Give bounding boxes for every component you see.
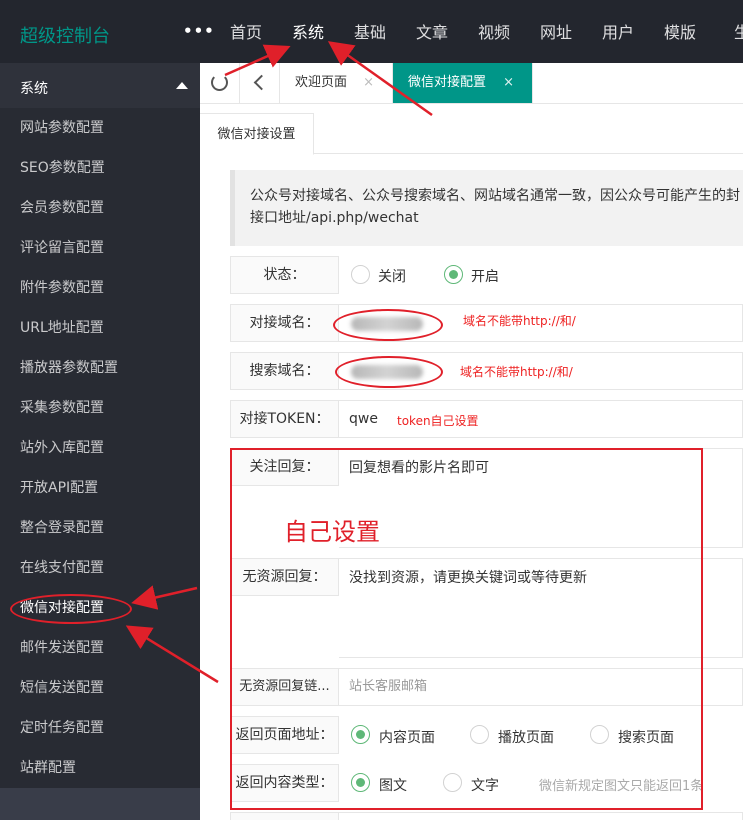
notice-line-2: 接口地址/api.php/wechat bbox=[250, 210, 419, 226]
sidebar-item-login-integration[interactable]: 整合登录配置 bbox=[0, 508, 200, 548]
sidebar-item-sms[interactable]: 短信发送配置 bbox=[0, 668, 200, 708]
caret-up-icon bbox=[176, 82, 188, 89]
sidebar-item-comment-config[interactable]: 评论留言配置 bbox=[0, 228, 200, 268]
sidebar-item-attachment-params[interactable]: 附件参数配置 bbox=[0, 268, 200, 308]
app-title: 超级控制台 bbox=[20, 26, 110, 47]
more-menu-button[interactable]: ••• bbox=[183, 22, 215, 40]
annotation-ellipse-sidebar-wechat bbox=[10, 594, 132, 624]
top-nav-article[interactable]: 文章 bbox=[401, 0, 463, 63]
tab-wechat-settings[interactable]: 微信对接设置 bbox=[200, 113, 314, 155]
notice-box: 公众号对接域名、公众号搜索域名、网站域名通常一致，因公众号可能产生的封 接口地址… bbox=[230, 170, 743, 246]
status-field: 关闭 开启 bbox=[339, 256, 743, 294]
radio-status-on-label: 开启 bbox=[471, 269, 499, 285]
radio-status-off-label: 关闭 bbox=[378, 269, 406, 285]
tab-wechat-config[interactable]: 微信对接配置 × bbox=[393, 63, 533, 103]
annotation-self-set: 自己设置 bbox=[284, 518, 380, 546]
sidebar-item-external-import[interactable]: 站外入库配置 bbox=[0, 428, 200, 468]
radio-status-off[interactable] bbox=[351, 265, 370, 284]
sidebar-item-collect-params[interactable]: 采集参数配置 bbox=[0, 388, 200, 428]
top-nav-system[interactable]: 系统 bbox=[277, 0, 339, 63]
annotation-ellipse-search-domain bbox=[335, 356, 443, 388]
top-nav-template[interactable]: 模版 bbox=[649, 0, 711, 63]
sidebar-item-online-payment[interactable]: 在线支付配置 bbox=[0, 548, 200, 588]
back-button[interactable] bbox=[240, 63, 280, 103]
status-label: 状态： bbox=[230, 256, 339, 294]
top-nav-gen[interactable]: 生 bbox=[711, 0, 743, 63]
sidebar-header-system[interactable]: 系统 bbox=[0, 63, 200, 108]
notice-line-1: 公众号对接域名、公众号搜索域名、网站域名通常一致，因公众号可能产生的封 bbox=[250, 188, 740, 204]
token-hint: token自己设置 bbox=[397, 414, 479, 428]
sidebar-item-open-api[interactable]: 开放API配置 bbox=[0, 468, 200, 508]
token-label: 对接TOKEN： bbox=[230, 400, 339, 438]
sidebar-item-member-params[interactable]: 会员参数配置 bbox=[0, 188, 200, 228]
search-domain-hint: 域名不能带http://和/ bbox=[460, 365, 573, 379]
top-bar: 超级控制台 ••• 首页 系统 基础 文章 视频 网址 用户 模版 生 bbox=[0, 0, 743, 63]
sidebar-list: 网站参数配置 SEO参数配置 会员参数配置 评论留言配置 附件参数配置 URL地… bbox=[0, 108, 200, 788]
refresh-button[interactable] bbox=[200, 63, 240, 103]
top-nav: 首页 系统 基础 文章 视频 网址 用户 模版 生 bbox=[215, 0, 743, 63]
top-nav-home[interactable]: 首页 bbox=[215, 0, 277, 63]
sidebar-item-site-group[interactable]: 站群配置 bbox=[0, 748, 200, 788]
close-icon[interactable]: × bbox=[363, 63, 374, 103]
sidebar-header-label: 系统 bbox=[20, 81, 48, 97]
search-domain-label: 搜索域名： bbox=[230, 352, 339, 390]
next-row-label bbox=[230, 812, 339, 820]
sidebar-item-mail[interactable]: 邮件发送配置 bbox=[0, 628, 200, 668]
inner-tab-bar: 微信对接设置 bbox=[200, 113, 743, 155]
top-nav-video[interactable]: 视频 bbox=[463, 0, 525, 63]
close-icon[interactable]: × bbox=[503, 63, 514, 103]
annotation-red-box bbox=[230, 448, 703, 810]
domain-label: 对接域名： bbox=[230, 304, 339, 342]
tab-bar: 欢迎页面 × 微信对接配置 × bbox=[200, 63, 743, 104]
top-nav-user[interactable]: 用户 bbox=[587, 0, 649, 63]
tab-welcome-label: 欢迎页面 bbox=[295, 75, 348, 90]
domain-hint: 域名不能带http://和/ bbox=[463, 314, 576, 328]
tab-welcome[interactable]: 欢迎页面 × bbox=[280, 63, 393, 103]
refresh-icon bbox=[211, 74, 228, 91]
top-nav-url[interactable]: 网址 bbox=[525, 0, 587, 63]
sidebar-item-seo-params[interactable]: SEO参数配置 bbox=[0, 148, 200, 188]
top-nav-basic[interactable]: 基础 bbox=[339, 0, 401, 63]
sidebar-item-player-params[interactable]: 播放器参数配置 bbox=[0, 348, 200, 388]
radio-status-on[interactable] bbox=[444, 265, 463, 284]
tab-wechat-label: 微信对接配置 bbox=[408, 75, 487, 90]
sidebar-item-site-params[interactable]: 网站参数配置 bbox=[0, 108, 200, 148]
annotation-ellipse-domain bbox=[333, 309, 443, 341]
chevron-left-icon bbox=[253, 74, 270, 91]
sidebar: 系统 网站参数配置 SEO参数配置 会员参数配置 评论留言配置 附件参数配置 U… bbox=[0, 63, 200, 820]
next-row-field bbox=[339, 812, 743, 820]
sidebar-item-cron[interactable]: 定时任务配置 bbox=[0, 708, 200, 748]
sidebar-item-url-config[interactable]: URL地址配置 bbox=[0, 308, 200, 348]
